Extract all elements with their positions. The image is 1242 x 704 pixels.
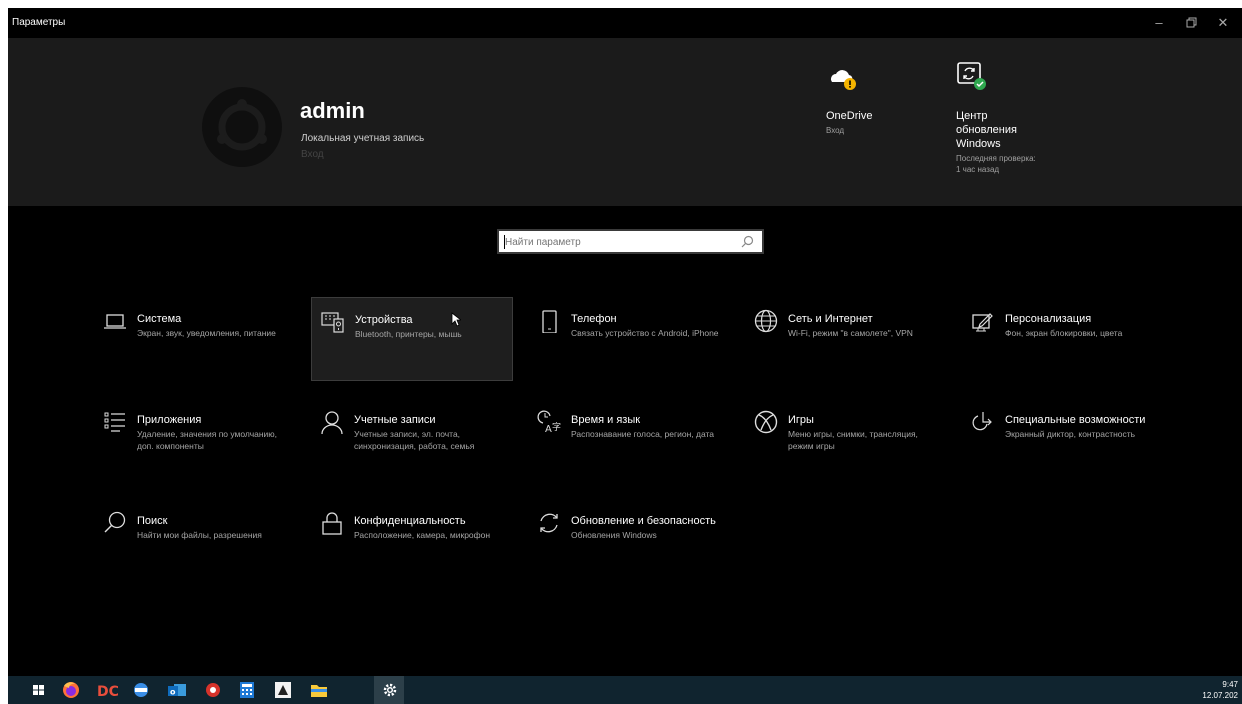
category-desc: Расположение, камера, микрофон xyxy=(354,530,491,540)
onedrive-card[interactable]: OneDrive Вход xyxy=(826,66,926,136)
clock-date: 12.07.202 xyxy=(1202,691,1238,700)
category-system[interactable]: Система Экран, звук, уведомления, питание xyxy=(94,297,296,381)
search-icon xyxy=(104,511,126,533)
category-privacy[interactable]: Конфиденциальность Расположение, камера, … xyxy=(311,499,513,583)
category-update-security[interactable]: Обновление и безопасность Обновления Wind… xyxy=(528,499,730,583)
category-title: Специальные возможности xyxy=(1005,414,1146,426)
search-box[interactable] xyxy=(497,229,764,254)
onedrive-title: OneDrive xyxy=(826,110,873,122)
category-desc: Распознавание голоса, регион, дата xyxy=(571,429,715,439)
ubuntu-logo-icon xyxy=(217,99,267,151)
settings-window: Параметры – ✕ admin Локальная учетная за… xyxy=(8,8,1242,676)
account-sign-in-link[interactable]: Вход xyxy=(301,149,324,160)
category-apps[interactable]: Приложения Удаление, значения по умолчани… xyxy=(94,398,296,482)
category-desc: Найти мои файлы, разрешения xyxy=(137,530,262,540)
windows-update-card[interactable]: Центр обновления Windows Последняя прове… xyxy=(956,60,1044,175)
minimize-button[interactable]: – xyxy=(1144,13,1174,33)
windows-update-ok-icon xyxy=(957,62,986,90)
category-accounts[interactable]: Учетные записи Учетные записи, эл. почта,… xyxy=(311,398,513,482)
search-input[interactable] xyxy=(505,234,735,250)
clock[interactable]: 9:47 12.07.202 xyxy=(1202,679,1238,701)
phone-icon xyxy=(542,310,557,333)
category-search[interactable]: Поиск Найти мои файлы, разрешения xyxy=(94,499,296,583)
windows-update-status: Последняя проверка: 1 час назад xyxy=(956,154,1036,174)
app-dc-icon[interactable]: DC xyxy=(96,680,118,700)
category-time-language[interactable]: A字 Время и язык Распознавание голоса, рег… xyxy=(528,398,730,482)
ease-of-access-icon xyxy=(972,412,992,431)
category-desc: Учетные записи, эл. почта, синхронизация… xyxy=(354,429,475,451)
devices-icon xyxy=(321,312,344,333)
category-network[interactable]: Сеть и Интернет Wi-Fi, режим "в самолете"… xyxy=(745,297,947,381)
personalization-icon xyxy=(972,313,993,332)
globe-icon xyxy=(754,309,778,333)
category-ease-of-access[interactable]: Специальные возможности Экранный диктор, … xyxy=(962,398,1164,482)
outlook-icon[interactable]: o xyxy=(166,680,188,700)
category-desc: Экран, звук, уведомления, питание xyxy=(137,328,276,338)
apps-list-icon xyxy=(104,412,125,432)
category-title: Обновление и безопасность xyxy=(571,515,716,527)
onedrive-status: Вход xyxy=(826,126,845,135)
search-icon[interactable] xyxy=(741,235,754,248)
category-desc: Фон, экран блокировки, цвета xyxy=(1005,328,1123,338)
account-name: admin xyxy=(300,98,365,123)
app-round-icon[interactable] xyxy=(130,680,152,700)
category-title: Время и язык xyxy=(571,414,641,426)
category-desc: Удаление, значения по умолчанию, доп. ко… xyxy=(137,429,278,451)
category-title: Поиск xyxy=(137,515,168,527)
app-triangle-icon[interactable] xyxy=(272,680,294,700)
category-title: Система xyxy=(137,313,182,325)
category-desc: Wi-Fi, режим "в самолете", VPN xyxy=(788,328,913,338)
account-header: admin Локальная учетная запись Вход OneD… xyxy=(8,38,1242,206)
category-desc: Связать устройство с Android, iPhone xyxy=(571,328,719,338)
svg-text:DC: DC xyxy=(97,684,118,700)
category-desc: Меню игры, снимки, трансляция, режим игр… xyxy=(788,429,918,451)
calculator-icon[interactable] xyxy=(236,680,258,700)
category-phone[interactable]: Телефон Связать устройство с Android, iPh… xyxy=(528,297,730,381)
category-title: Телефон xyxy=(571,313,617,325)
category-title: Конфиденциальность xyxy=(354,515,466,527)
category-title: Сеть и Интернет xyxy=(788,313,873,325)
category-title: Устройства xyxy=(355,314,413,326)
svg-text:A: A xyxy=(545,424,552,434)
category-gaming[interactable]: Игры Меню игры, снимки, трансляция, режим… xyxy=(745,398,947,482)
laptop-icon xyxy=(104,314,126,329)
sync-icon xyxy=(540,513,558,533)
category-desc: Обновления Windows xyxy=(571,530,657,540)
window-title: Параметры xyxy=(12,17,66,28)
person-icon xyxy=(321,411,343,434)
account-type: Локальная учетная запись xyxy=(301,133,425,144)
category-title: Учетные записи xyxy=(354,414,436,426)
svg-text:字: 字 xyxy=(552,421,561,433)
avatar[interactable] xyxy=(202,87,282,167)
category-desc: Bluetooth, принтеры, мышь xyxy=(355,329,462,339)
clock-time: 9:47 xyxy=(1222,680,1238,689)
title-bar[interactable]: Параметры – ✕ xyxy=(8,8,1242,38)
category-desc: Экранный диктор, контрастность xyxy=(1005,429,1136,439)
svg-text:o: o xyxy=(170,688,176,697)
start-icon[interactable] xyxy=(28,680,50,700)
lock-icon xyxy=(322,512,342,535)
category-title: Персонализация xyxy=(1005,313,1092,325)
file-explorer-icon[interactable] xyxy=(308,680,330,700)
xbox-icon xyxy=(754,410,778,434)
maximize-button[interactable] xyxy=(1176,13,1206,33)
category-title: Приложения xyxy=(137,414,202,426)
restore-icon xyxy=(1186,17,1196,28)
taskbar: DC o 9:47 12.07.202 xyxy=(8,676,1242,704)
category-devices[interactable]: Устройства Bluetooth, принтеры, мышь xyxy=(311,297,513,381)
close-button[interactable]: ✕ xyxy=(1208,13,1238,33)
category-title: Игры xyxy=(788,414,814,426)
onedrive-warning-icon xyxy=(831,70,856,90)
time-language-icon: A字 xyxy=(537,410,561,434)
firefox-icon[interactable] xyxy=(60,680,82,700)
app-red-icon[interactable] xyxy=(202,680,224,700)
category-personalization[interactable]: Персонализация Фон, экран блокировки, цве… xyxy=(962,297,1164,381)
mouse-cursor-icon xyxy=(451,312,461,327)
settings-icon[interactable] xyxy=(379,680,401,700)
windows-update-title: Центр обновления Windows xyxy=(956,110,1017,150)
